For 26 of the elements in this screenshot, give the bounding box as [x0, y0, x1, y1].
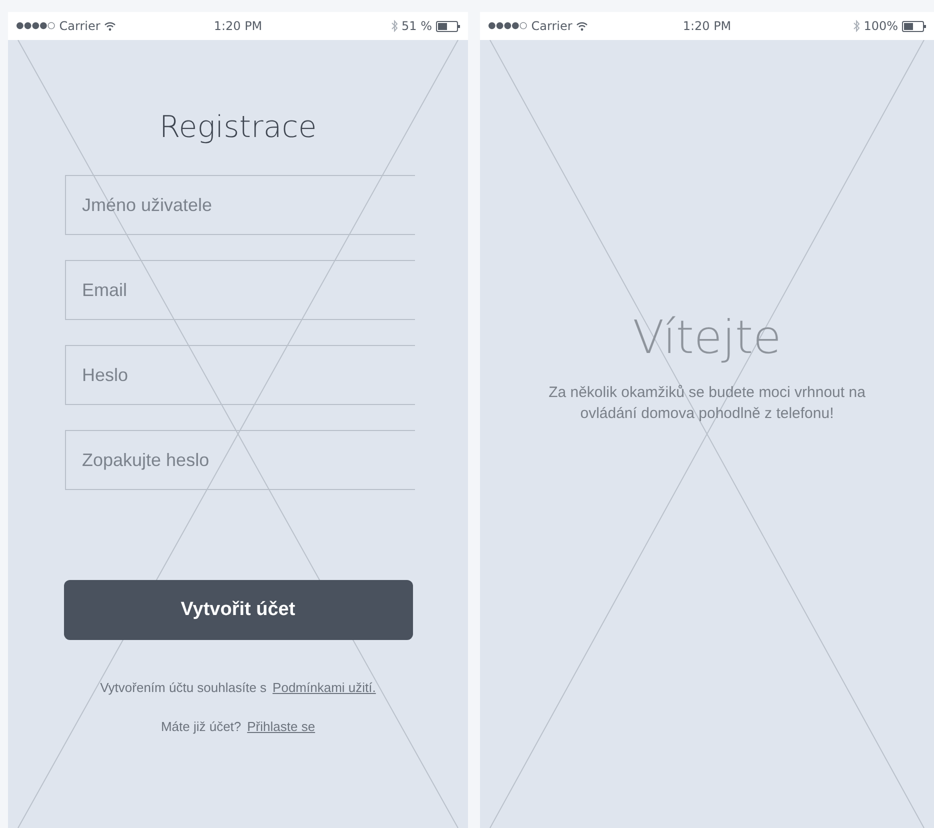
wifi-icon [104, 21, 116, 31]
signal-dots: ●●●●○ [16, 21, 56, 31]
screen-title: Registrace [159, 110, 317, 145]
battery-icon [436, 20, 460, 32]
status-time: 1:20 PM [682, 19, 732, 33]
input-field[interactable]: Jméno uživatele [65, 175, 415, 235]
status-time: 1:20 PM [214, 19, 262, 33]
input-field[interactable]: Zopakujte heslo [65, 430, 415, 490]
carrier-label: Carrier [531, 19, 572, 33]
terms-text: Vytvořením účtu souhlasíte s [100, 680, 267, 695]
battery-icon [902, 20, 926, 32]
carrier-label: Carrier [59, 19, 100, 33]
wifi-icon [576, 21, 588, 31]
bluetooth-icon [852, 20, 860, 32]
create-account-button[interactable]: Vytvořit účet [64, 580, 412, 640]
battery-percent: 100% [864, 19, 898, 33]
input-field[interactable]: Email [65, 260, 415, 320]
welcome-message: Za několik okamžiků se budete moci vrhnout na ovládání domova pohodlně z telefonu! [548, 383, 866, 424]
bluetooth-icon [390, 20, 398, 32]
battery-percent: 51 % [402, 19, 432, 33]
login-link[interactable]: Přihlaste se [247, 719, 316, 734]
welcome-title: Vítejte [632, 310, 782, 364]
signal-dots: ●●●●○ [488, 21, 528, 31]
input-field[interactable]: Heslo [65, 345, 415, 405]
login-prompt: Máte již účet? [160, 719, 242, 734]
terms-link[interactable]: Podmínkami užití. [272, 680, 376, 695]
